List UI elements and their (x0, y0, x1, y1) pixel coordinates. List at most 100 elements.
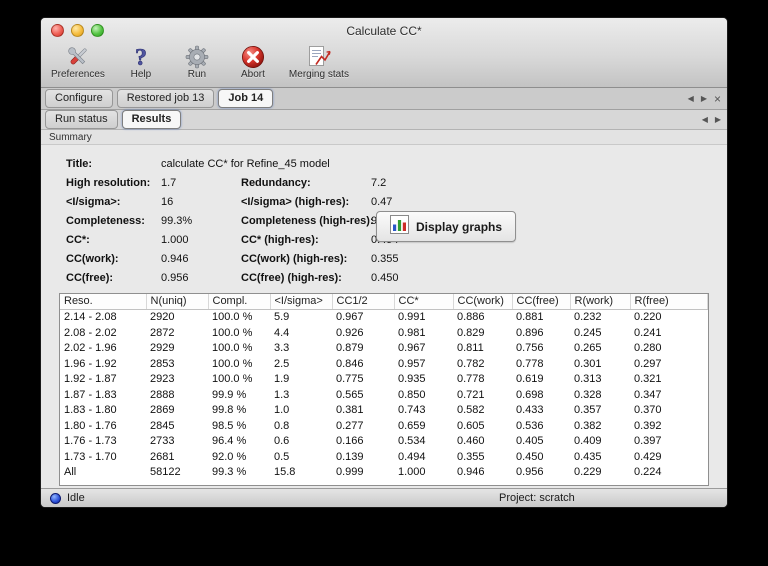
table-cell: 2872 (150, 326, 175, 339)
stats-table-body: 2.14 - 2.08 2920 100.0 % 5.9 0.967 0.991 0.886… (60, 310, 708, 481)
table-cell: 0.698 (516, 388, 544, 401)
table-cell: 0.811 (457, 342, 484, 354)
table-cell: 0.265 (574, 342, 602, 354)
column-header[interactable]: N(uniq) (146, 294, 209, 310)
display-graphs-label: Display graphs (416, 219, 503, 234)
column-header[interactable]: CC(free) (512, 294, 571, 310)
run-button[interactable]: Run (177, 44, 217, 80)
table-cell: 0.280 (634, 342, 662, 354)
svg-text:?: ? (135, 45, 147, 70)
subtab-scroll-right-icon[interactable]: ▶ (715, 115, 721, 124)
tab-restored-job-13[interactable]: Restored job 13 (116, 89, 215, 108)
abort-x-icon (240, 44, 266, 70)
table-row[interactable]: 2.14 - 2.08 2920 100.0 % 5.9 0.967 0.991 0.886… (60, 310, 708, 326)
merging-stats-button[interactable]: Merging stats (289, 44, 349, 80)
table-row[interactable]: 1.92 - 1.87 2923 100.0 % 1.9 0.775 0.935 0.778… (60, 372, 708, 388)
table-cell: 0.220 (634, 311, 662, 323)
subtab-results[interactable]: Results (121, 110, 182, 129)
table-cell: 2.5 (274, 357, 290, 370)
table-row[interactable]: 1.76 - 1.73 2733 96.4 % 0.6 0.166 0.534 0.460 0… (60, 434, 708, 450)
table-cell: 98.5 % (212, 419, 247, 432)
summary-label: Redundancy: (241, 177, 311, 189)
tab-strip-nav: ◀ ▶ × (688, 88, 721, 109)
column-header[interactable]: Reso. (60, 294, 147, 310)
help-button[interactable]: ? Help (121, 44, 161, 80)
table-cell: 1.000 (398, 466, 426, 478)
abort-button[interactable]: Abort (233, 44, 273, 80)
subtab-scroll-left-icon[interactable]: ◀ (702, 115, 708, 124)
app-window: Calculate CC* Preferences ? Help Run Abo… (40, 17, 728, 508)
table-cell: 0.328 (574, 388, 602, 401)
column-header[interactable]: CC(work) (453, 294, 513, 310)
tab-scroll-left-icon[interactable]: ◀ (688, 94, 694, 103)
toolbar-item-label: Abort (240, 69, 265, 80)
summary-value: 0.47 (371, 196, 393, 208)
summary-title-row: Title: calculate CC* for Refine_45 model (66, 155, 727, 174)
table-cell: 0.582 (457, 404, 485, 416)
table-cell: 0.5 (274, 450, 290, 463)
table-cell: 0.778 (516, 357, 544, 370)
table-cell: 0.277 (336, 419, 364, 432)
table-cell: 0.775 (336, 373, 364, 385)
table-cell: 2733 (150, 435, 175, 447)
table-cell: 2929 (150, 342, 175, 354)
summary-label: CC*: (66, 234, 90, 246)
run-gear-icon (184, 44, 210, 70)
summary-value: 0.946 (161, 253, 189, 265)
table-cell: 0.224 (634, 466, 662, 478)
table-row[interactable]: 1.83 - 1.80 2869 99.8 % 1.0 0.381 0.743 0.582 0… (60, 403, 708, 419)
column-header[interactable]: CC* (394, 294, 454, 310)
table-cell: 2681 (150, 450, 175, 463)
column-header[interactable]: <I/sigma> (270, 294, 333, 310)
table-row[interactable]: All 58122 99.3 % 15.8 0.999 1.000 0.946 0.956 0.… (60, 465, 708, 481)
help-question-icon: ? (128, 44, 154, 70)
minimize-button[interactable] (71, 24, 84, 37)
table-row[interactable]: 1.73 - 1.70 2681 92.0 % 0.5 0.139 0.494 0.355 0… (60, 450, 708, 466)
zoom-button[interactable] (91, 24, 104, 37)
summary-label: <I/sigma>: (66, 196, 121, 208)
table-cell: 0.879 (336, 342, 364, 354)
table-row[interactable]: 1.80 - 1.76 2845 98.5 % 0.8 0.277 0.659 0.605 0… (60, 419, 708, 435)
merging-stats-icon (306, 44, 332, 70)
summary-value: 99.3% (161, 215, 193, 227)
table-cell: 0.926 (336, 326, 364, 339)
preferences-button[interactable]: Preferences (51, 44, 105, 80)
tab-configure[interactable]: Configure (45, 89, 113, 108)
column-header[interactable]: CC1/2 (332, 294, 395, 310)
summary-label: High resolution: (66, 177, 151, 189)
column-header[interactable]: R(work) (570, 294, 631, 310)
stats-table: Reso. N(uniq) Compl. <I/sigma> CC1/2 CC* CC(wo… (60, 294, 708, 481)
table-row[interactable]: 2.08 - 2.02 2872 100.0 % 4.4 0.926 0.981 0.829… (60, 326, 708, 342)
status-led-icon (50, 492, 61, 504)
table-cell: 0.981 (398, 326, 426, 339)
table-row[interactable]: 2.02 - 1.96 2929 100.0 % 3.3 0.879 0.967 0.811… (60, 341, 708, 357)
column-header[interactable]: R(free) (630, 294, 708, 310)
table-cell: 0.967 (336, 311, 364, 323)
close-button[interactable] (51, 24, 64, 37)
table-cell: 1.92 - 1.87 (64, 373, 117, 385)
display-graphs-button[interactable]: Display graphs (376, 211, 517, 242)
tab-scroll-right-icon[interactable]: ▶ (701, 94, 707, 103)
table-cell: 0.450 (516, 450, 544, 463)
table-row[interactable]: 1.87 - 1.83 2888 99.9 % 1.3 0.565 0.850 0.721 0… (60, 388, 708, 404)
table-cell: 1.0 (274, 404, 290, 416)
table-cell: 99.9 % (212, 388, 247, 401)
summary-value: 1.7 (161, 177, 177, 189)
table-cell: 2923 (150, 373, 175, 385)
tab-close-icon[interactable]: × (714, 93, 721, 105)
table-cell: 2.02 - 1.96 (64, 342, 117, 354)
table-row[interactable]: 1.96 - 1.92 2853 100.0 % 2.5 0.846 0.957 0.782… (60, 357, 708, 373)
column-header[interactable]: Compl. (208, 294, 271, 310)
summary-label: <I/sigma> (high-res): (241, 196, 350, 208)
bar-chart-icon (390, 214, 409, 239)
tab-job-14[interactable]: Job 14 (218, 89, 274, 108)
table-cell: 0.782 (457, 357, 485, 370)
table-cell: 1.9 (274, 373, 290, 385)
summary-block: Title: calculate CC* for Refine_45 model… (41, 145, 727, 291)
table-cell: 0.778 (457, 373, 485, 385)
table-cell: 0.935 (398, 373, 426, 385)
summary-value: 0.450 (371, 272, 399, 284)
table-cell: 99.3 % (212, 466, 247, 478)
table-cell: 0.991 (398, 311, 426, 323)
subtab-run-status[interactable]: Run status (45, 110, 118, 129)
